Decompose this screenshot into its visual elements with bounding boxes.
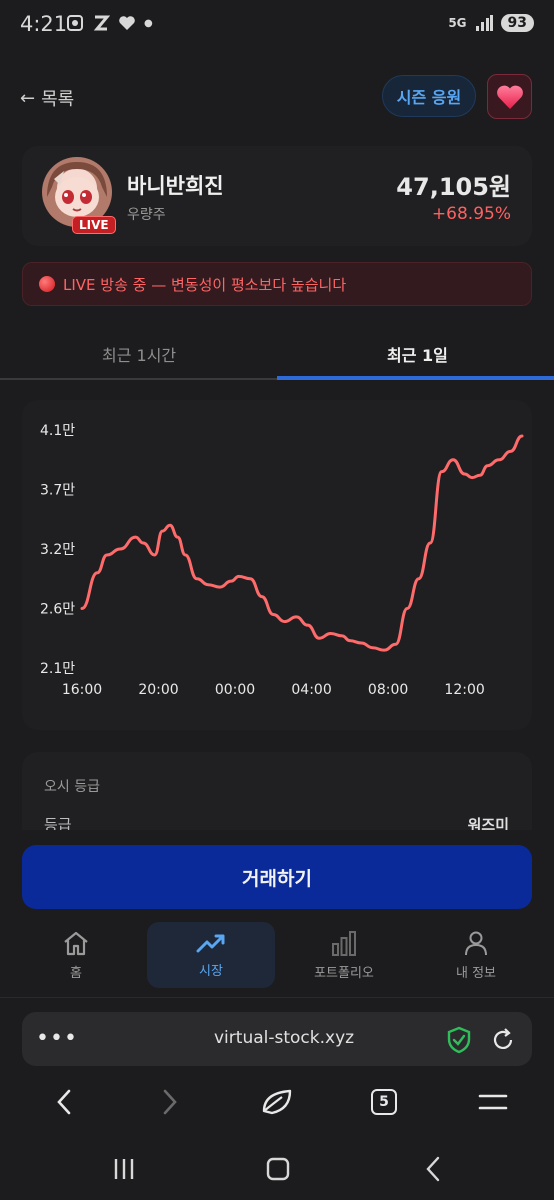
trade-button[interactable]: 거래하기 [22,845,532,909]
url-text[interactable]: virtual-stock.xyz [214,1028,354,1048]
x-tick-label: 00:00 [215,682,255,698]
browser-menu-button[interactable] [473,1086,513,1118]
network-label: 5G [448,16,467,30]
live-badge: LIVE [72,216,116,234]
x-tick-label: 16:00 [62,682,102,698]
hamburger-menu-icon [478,1094,508,1110]
home-icon [64,931,88,955]
shield-check-icon[interactable] [446,1026,472,1054]
heart-icon [496,85,523,109]
reload-icon[interactable] [490,1026,516,1054]
system-back-button[interactable] [414,1154,454,1184]
more-options-icon[interactable]: ••• [36,1026,78,1051]
live-warning-banner: LIVE 방송 중 — 변동성이 평소보다 높습니다 [22,262,532,306]
browser-home-button[interactable] [257,1086,297,1118]
live-warning-text: LIVE 방송 중 — 변동성이 평소보다 높습니다 [63,275,347,294]
recent-apps-button[interactable] [104,1154,144,1184]
system-back-icon [426,1156,440,1182]
system-home-button[interactable] [258,1154,298,1184]
tab-recent-1-hour[interactable]: 최근 1시간 [102,342,176,366]
dot-icon: ● [144,17,153,29]
screenshot-icon [67,15,83,31]
y-tick-label: 4.1만 [40,423,75,439]
stock-name: 바니반희진 [127,174,224,198]
leaf-home-icon [262,1089,292,1115]
tab-recent-1-day[interactable]: 최근 1일 [387,342,448,366]
browser-forward-button[interactable] [150,1086,190,1118]
price-series-line [80,434,524,652]
browser-tabs-button[interactable]: 5 [364,1086,404,1118]
nav-market-label: 시장 [199,963,223,979]
back-label: 목록 [41,89,75,110]
x-tick-label: 12:00 [444,682,484,698]
user-icon [465,931,487,955]
chevron-right-icon [163,1089,177,1115]
nav-my-info-label: 내 정보 [455,965,496,981]
favorite-button[interactable] [487,74,532,119]
heart-status-icon [119,16,135,30]
price-change: +68.95% [431,204,511,224]
trending-up-icon [196,934,225,952]
grade-card-title: 오시 등급 [44,779,100,795]
battery-level: 93 [500,14,534,32]
y-tick-label: 2.6만 [40,602,75,618]
nav-home[interactable]: 홈 [12,922,140,988]
home-square-icon [266,1157,290,1181]
y-tick-label: 2.1만 [40,661,75,677]
active-tab-indicator [277,376,554,380]
status-notification-icons: ● [66,14,153,32]
arrow-left-icon: ← [20,87,36,109]
back-to-list-link[interactable]: ← 목록 [20,85,74,111]
nav-divider [0,997,554,998]
status-time: 4:21 [20,12,68,36]
red-circle-icon [39,276,55,292]
status-right: 5G 93 [448,14,534,32]
y-tick-label: 3.7만 [40,483,75,499]
x-tick-label: 04:00 [291,682,331,698]
nav-market[interactable]: 시장 [147,922,275,988]
stock-price: 47,105원 [396,173,511,201]
browser-back-button[interactable] [44,1086,84,1118]
x-tick-label: 08:00 [368,682,408,698]
recent-apps-icon [114,1159,134,1179]
tab-count: 5 [371,1089,397,1115]
chevron-left-icon [57,1089,71,1115]
signal-icon [475,15,493,31]
z-app-icon [93,15,110,31]
price-chart[interactable]: 4.1만 3.7만 3.2만 2.6만 2.1만 16:00 20:00 00:00 04:00… [22,400,532,730]
nav-portfolio-label: 포트폴리오 [314,965,374,981]
x-tick-label: 20:00 [138,682,178,698]
y-tick-label: 3.2만 [40,542,75,558]
nav-home-label: 홈 [70,965,82,981]
stock-category: 우량주 [127,207,166,223]
nav-portfolio[interactable]: 포트폴리오 [280,922,408,988]
bar-chart-icon [332,930,356,956]
nav-my-info[interactable]: 내 정보 [412,922,540,988]
season-support-button[interactable]: 시즌 응원 [382,75,476,117]
